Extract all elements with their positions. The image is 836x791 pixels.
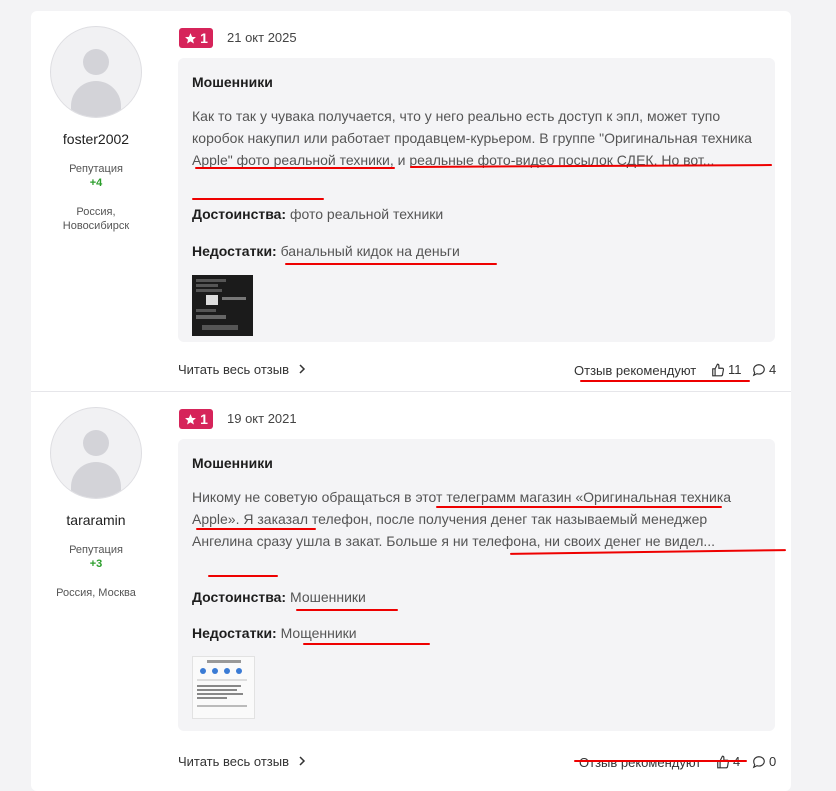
review-date: 19 окт 2021 <box>227 411 297 426</box>
annotation-underline <box>208 575 278 577</box>
comment-icon <box>752 363 765 376</box>
annotation-underline <box>296 609 398 611</box>
review-item: tararamin Репутация +3 Россия, Москва 1 … <box>31 391 791 782</box>
review-body: Мошенники Как то так у чувака получается… <box>178 58 775 342</box>
username[interactable]: foster2002 <box>31 131 161 147</box>
reviews-card: foster2002 Репутация +4 Россия, Новосиби… <box>31 11 791 791</box>
review-item: foster2002 Репутация +4 Россия, Новосиби… <box>31 11 791 391</box>
reputation-value: +4 <box>89 177 103 189</box>
chevron-right-icon <box>299 364 305 374</box>
thumbs-up-icon <box>712 363 725 376</box>
like-button[interactable]: 11 <box>711 362 742 377</box>
review-title[interactable]: Мошенники <box>192 74 273 90</box>
review-cons: Недостатки: Мощенники <box>192 625 357 641</box>
annotation-underline <box>195 167 395 169</box>
review-cons: Недостатки: банальный кидок на деньги <box>192 243 460 259</box>
rating-badge: 1 <box>179 28 213 48</box>
read-full-review-link[interactable]: Читать весь отзыв <box>178 362 306 377</box>
avatar-icon[interactable] <box>50 407 142 499</box>
chevron-right-icon <box>299 756 305 766</box>
review-photo-thumbnail[interactable] <box>192 656 255 719</box>
annotation-underline <box>285 263 497 265</box>
annotation-underline <box>303 643 430 645</box>
reputation-label: Репутация <box>69 544 123 556</box>
user-location: Россия, Новосибирск <box>62 206 130 232</box>
star-icon <box>185 32 197 43</box>
reviewer-info: tararamin Репутация +3 Россия, Москва <box>31 392 161 600</box>
reputation-value: +3 <box>89 558 103 570</box>
annotation-underline <box>196 528 316 530</box>
comments-button[interactable]: 4 <box>752 362 776 377</box>
annotation-underline <box>580 380 750 382</box>
review-text: Как то так у чувака получается, что у не… <box>192 108 752 168</box>
reviewer-info: foster2002 Репутация +4 Россия, Новосиби… <box>31 11 161 233</box>
review-pros: Достоинства: Мошенники <box>192 589 366 605</box>
review-pros: Достоинства: фото реальной техники <box>192 206 444 222</box>
rating-badge: 1 <box>179 409 213 429</box>
star-icon <box>185 413 197 424</box>
annotation-underline <box>192 198 324 200</box>
read-full-review-link[interactable]: Читать весь отзыв <box>178 754 306 769</box>
comments-button[interactable]: 0 <box>752 754 776 769</box>
reputation-label: Репутация <box>69 163 123 175</box>
annotation-underline <box>574 760 747 762</box>
username[interactable]: tararamin <box>31 512 161 528</box>
review-text: Никому не советую обращаться в этот теле… <box>192 489 732 549</box>
review-body: Мошенники Никому не советую обращаться в… <box>178 439 775 731</box>
recommend-label: Отзыв рекомендуют <box>574 363 697 378</box>
recommend-label: Отзыв рекомендуют <box>579 755 702 770</box>
review-date: 21 окт 2025 <box>227 30 297 45</box>
review-title[interactable]: Мошенники <box>192 455 273 471</box>
comment-icon <box>752 755 765 768</box>
avatar-icon[interactable] <box>50 26 142 118</box>
user-location: Россия, Москва <box>56 587 136 599</box>
annotation-underline <box>436 506 722 508</box>
review-photo-thumbnail[interactable] <box>192 275 253 336</box>
